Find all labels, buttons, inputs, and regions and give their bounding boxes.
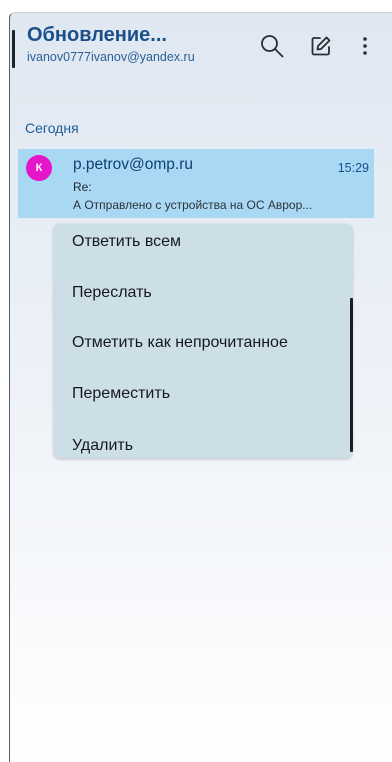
search-icon — [261, 35, 284, 58]
context-menu: Ответить всем Переслать Отметить как неп… — [54, 224, 352, 458]
compose-button[interactable] — [307, 31, 335, 61]
section-header-today: Сегодня — [25, 120, 79, 136]
avatar: К — [26, 155, 52, 181]
menu-item-reply-all[interactable]: Ответить всем — [72, 233, 181, 251]
more-vertical-icon — [363, 37, 367, 55]
menu-item-forward[interactable]: Переслать — [72, 284, 152, 302]
window-edge-indicator — [12, 30, 15, 68]
more-options-button[interactable] — [356, 31, 374, 61]
message-subject: Re: — [73, 180, 92, 194]
folder-title: Обновление... — [27, 24, 167, 46]
account-email: ivanov0777ivanov@yandex.ru — [27, 50, 195, 64]
message-sender: p.petrov@omp.ru — [73, 156, 193, 173]
menu-item-move[interactable]: Переместить — [72, 385, 170, 403]
menu-scrollbar[interactable] — [350, 298, 353, 452]
menu-item-mark-unread[interactable]: Отметить как непрочитанное — [72, 334, 288, 352]
search-button[interactable] — [257, 31, 287, 61]
compose-icon — [311, 36, 331, 56]
message-row[interactable]: К p.petrov@omp.ru 15:29 Re: А Отправлено… — [18, 149, 374, 218]
menu-item-delete[interactable]: Удалить — [72, 437, 133, 455]
message-preview: А Отправлено с устройства на ОС Авроp... — [73, 198, 313, 212]
message-time: 15:29 — [337, 161, 369, 175]
